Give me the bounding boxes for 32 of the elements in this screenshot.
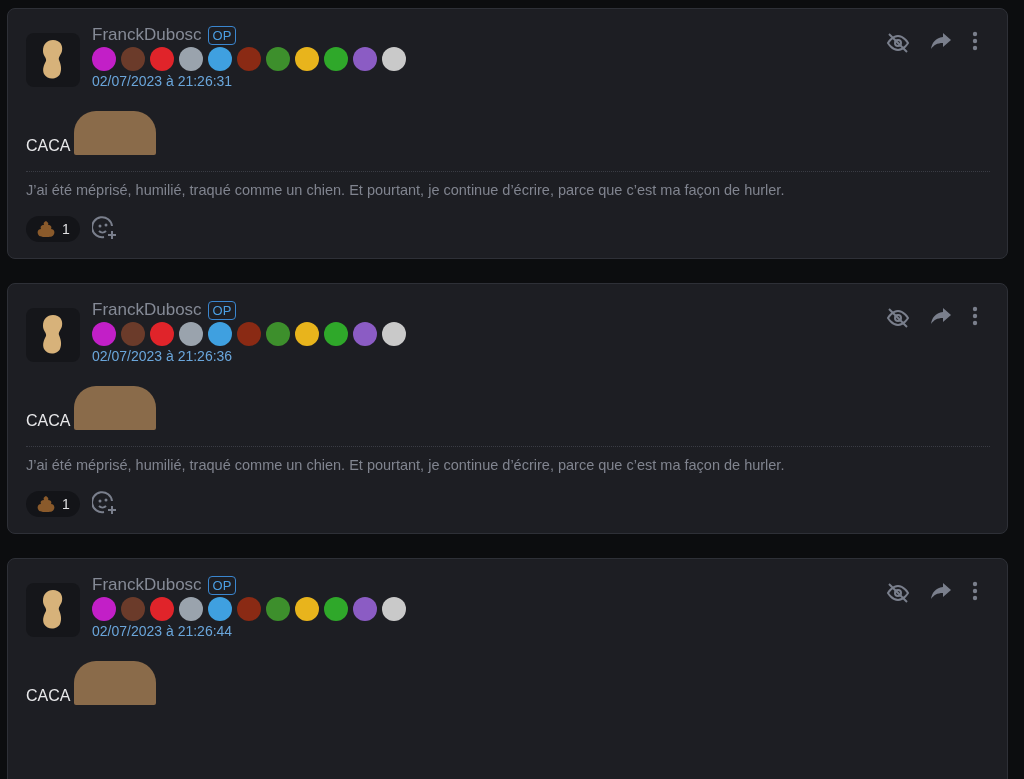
hide-eye-icon[interactable] xyxy=(886,31,910,55)
hide-eye-icon[interactable] xyxy=(886,581,910,605)
signature-text: J’ai été méprisé, humilié, traqué comme un chien. Et pourtant, je continue d’écrire, parce que c’est ma façon de hurler. xyxy=(26,182,786,198)
add-reaction-icon[interactable] xyxy=(91,491,118,517)
post-text: CACA xyxy=(26,412,71,430)
post-text: CACA xyxy=(26,687,71,705)
author-name[interactable]: FranckDubosc xyxy=(92,25,202,45)
share-arrow-icon[interactable] xyxy=(930,581,952,601)
poop-icon xyxy=(36,220,56,238)
more-options-icon[interactable] xyxy=(972,306,978,326)
post-timestamp[interactable]: 02/07/2023 à 21:26:36 xyxy=(92,348,874,364)
avatar-picture[interactable] xyxy=(26,583,80,637)
op-tag: OP xyxy=(207,25,237,45)
author-name[interactable]: FranckDubosc xyxy=(92,300,202,320)
reaction-button[interactable]: 1 xyxy=(26,216,80,242)
post-timestamp[interactable]: 02/07/2023 à 21:26:31 xyxy=(92,73,874,89)
op-tag: OP xyxy=(207,300,237,320)
post-text: CACA xyxy=(26,137,71,155)
reaction-button[interactable]: 1 xyxy=(26,491,80,517)
hide-eye-icon[interactable] xyxy=(886,306,910,330)
add-reaction-icon[interactable] xyxy=(91,216,118,242)
share-arrow-icon[interactable] xyxy=(930,306,952,326)
signature-text: J’ai été méprisé, humilié, traqué comme un chien. Et pourtant, je continue d’écrire, parce que c’est ma façon de hurler. xyxy=(26,457,786,473)
avatar-picture[interactable] xyxy=(26,33,80,87)
avatar-picture[interactable] xyxy=(26,308,80,362)
op-tag: OP xyxy=(207,575,237,595)
author-name[interactable]: FranckDubosc xyxy=(92,575,202,595)
more-options-icon[interactable] xyxy=(972,31,978,51)
post-timestamp[interactable]: 02/07/2023 à 21:26:44 xyxy=(92,623,874,639)
share-arrow-icon[interactable] xyxy=(930,31,952,51)
more-options-icon[interactable] xyxy=(972,581,978,601)
poop-icon xyxy=(36,495,56,513)
